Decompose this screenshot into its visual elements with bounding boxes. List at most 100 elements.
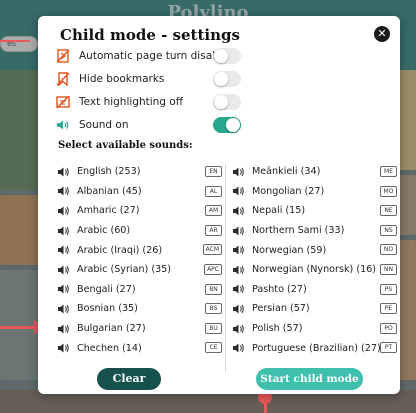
speaker-icon xyxy=(58,245,69,255)
language-name: Bosnian (35) xyxy=(77,303,138,315)
setting-text-highlighting: Text highlighting off xyxy=(56,92,183,112)
language-item-meankieli[interactable]: Meänkieli (34) ME xyxy=(233,162,401,182)
language-code-badge: MO xyxy=(380,185,397,197)
bookmark-off-icon xyxy=(56,72,70,86)
language-item-portuguese-brazilian[interactable]: Portuguese (Brazilian) (27) PT xyxy=(233,338,401,358)
language-name: Nepali (15) xyxy=(252,205,306,217)
speaker-icon xyxy=(58,167,69,177)
setting-auto-page-turn: Automatic page turn disabled xyxy=(56,46,235,66)
language-name: Persian (57) xyxy=(252,303,310,315)
language-name: Albanian (45) xyxy=(77,185,142,197)
speaker-icon xyxy=(233,284,244,294)
language-item-pashto[interactable]: Pashto (27) PS xyxy=(233,280,401,300)
language-code-badge: ME xyxy=(380,166,397,177)
annotation-arrow xyxy=(0,40,30,42)
speaker-icon xyxy=(56,118,70,132)
language-item-polish[interactable]: Polish (57) PO xyxy=(233,319,401,339)
language-name: Norwegian (59) xyxy=(252,244,327,256)
setting-label: Sound on xyxy=(79,119,129,131)
language-name: Arabic (Iraqi) (26) xyxy=(77,244,163,256)
text-highlighting-toggle[interactable] xyxy=(213,94,241,110)
language-item-english[interactable]: English (253) EN xyxy=(58,162,226,182)
column-divider xyxy=(225,164,226,372)
language-item-norwegian-nynorsk[interactable]: Norwegian (Nynorsk) (16) NN xyxy=(233,260,401,280)
child-mode-settings-dialog: Child mode - settings ✕ Automatic page t… xyxy=(38,16,400,394)
language-item-bengali[interactable]: Bengali (27) BN xyxy=(58,280,226,300)
speaker-icon xyxy=(58,186,69,196)
speaker-icon xyxy=(58,226,69,236)
language-code-badge: BU xyxy=(205,322,222,334)
language-code-badge: NO xyxy=(380,244,397,256)
language-name: Portuguese (Brazilian) (27) xyxy=(252,342,381,354)
language-code-badge: AR xyxy=(205,224,222,236)
language-code-badge: PT xyxy=(380,342,397,354)
speaker-icon xyxy=(58,284,69,294)
language-code-badge: PE xyxy=(380,303,397,315)
language-name: Pashto (27) xyxy=(252,283,307,295)
language-item-mongolian[interactable]: Mongolian (27) MO xyxy=(233,182,401,202)
language-list-right: Meänkieli (34) ME Mongolian (27) MO Nepali… xyxy=(233,162,401,358)
setting-sound: Sound on xyxy=(56,115,128,135)
language-name: Amharic (27) xyxy=(77,205,140,217)
language-code-badge: NS xyxy=(380,224,397,236)
language-name: Bulgarian (27) xyxy=(77,323,146,335)
speaker-icon xyxy=(233,226,244,236)
language-item-chechen[interactable]: Chechen (14) CE xyxy=(58,338,226,358)
setting-label: Automatic page turn disabled xyxy=(79,50,235,62)
language-code-badge: NE xyxy=(380,205,397,217)
language-item-nepali[interactable]: Nepali (15) NE xyxy=(233,201,401,221)
speaker-icon xyxy=(233,206,244,216)
speaker-icon xyxy=(233,186,244,196)
speaker-icon xyxy=(233,304,244,314)
language-code-badge: ACM xyxy=(202,244,222,256)
language-name: Arabic (60) xyxy=(77,225,131,237)
sound-toggle[interactable] xyxy=(213,117,241,133)
highlight-off-icon xyxy=(56,95,70,109)
language-item-persian[interactable]: Persian (57) PE xyxy=(233,299,401,319)
language-name: Chechen (14) xyxy=(77,342,142,354)
speaker-icon xyxy=(233,265,244,275)
speaker-icon xyxy=(233,324,244,334)
language-item-arabic[interactable]: Arabic (60) AR xyxy=(58,221,226,241)
language-item-albanian[interactable]: Albanian (45) AL xyxy=(58,182,226,202)
speaker-icon xyxy=(58,343,69,353)
language-name: Mongolian (27) xyxy=(252,185,325,197)
language-name: Bengali (27) xyxy=(77,283,136,295)
speaker-icon xyxy=(58,206,69,216)
language-item-bosnian[interactable]: Bosnian (35) BS xyxy=(58,299,226,319)
language-item-amharic[interactable]: Amharic (27) AM xyxy=(58,201,226,221)
language-item-northern-sami[interactable]: Northern Sami (33) NS xyxy=(233,221,401,241)
language-code-badge: PS xyxy=(380,283,397,295)
speaker-icon xyxy=(58,304,69,314)
speaker-icon xyxy=(58,324,69,334)
language-code-badge: AL xyxy=(205,185,222,197)
language-item-arabic-syrian[interactable]: Arabic (Syrian) (35) APC xyxy=(58,260,226,280)
close-icon[interactable]: ✕ xyxy=(374,26,390,42)
hide-bookmarks-toggle[interactable] xyxy=(213,71,241,87)
language-list-left: English (253) EN Albanian (45) AL Amharic … xyxy=(58,162,226,358)
speaker-icon xyxy=(233,167,244,177)
speaker-icon xyxy=(233,245,244,255)
clear-button[interactable]: Clear xyxy=(97,368,161,390)
language-item-norwegian[interactable]: Norwegian (59) NO xyxy=(233,240,401,260)
language-code-badge: CE xyxy=(205,342,222,354)
setting-label: Text highlighting off xyxy=(79,96,183,108)
language-code-badge: APC xyxy=(204,263,222,275)
language-item-arabic-iraqi[interactable]: Arabic (Iraqi) (26) ACM xyxy=(58,240,226,260)
language-name: Northern Sami (33) xyxy=(252,225,345,237)
start-child-mode-button[interactable]: Start child mode xyxy=(256,368,363,390)
setting-label: Hide bookmarks xyxy=(79,73,165,85)
language-code-badge: EN xyxy=(205,166,222,177)
language-code-badge: BS xyxy=(205,303,222,315)
auto-page-turn-toggle[interactable] xyxy=(213,48,241,64)
speaker-icon xyxy=(58,265,69,275)
language-item-bulgarian[interactable]: Bulgarian (27) BU xyxy=(58,319,226,339)
sounds-heading: Select available sounds: xyxy=(58,140,193,151)
dialog-title: Child mode - settings xyxy=(60,26,240,44)
language-code-badge: NN xyxy=(380,263,397,275)
language-code-badge: AM xyxy=(205,205,222,217)
language-code-badge: PO xyxy=(380,322,397,334)
setting-hide-bookmarks: Hide bookmarks xyxy=(56,69,164,89)
speaker-icon xyxy=(233,343,244,353)
language-name: Meänkieli (34) xyxy=(252,166,321,178)
